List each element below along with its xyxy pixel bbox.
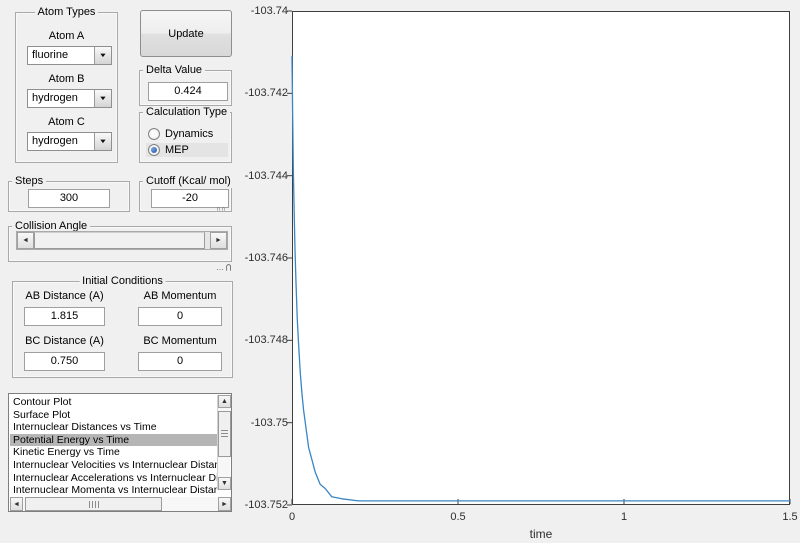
x-tick-label: 1.5 — [782, 511, 798, 523]
collision-angle-slider[interactable]: ◄ ► — [16, 231, 228, 250]
slider-thumb[interactable] — [34, 232, 205, 249]
combo-value: hydrogen — [32, 135, 78, 147]
listbox-rows: Contour Plot Surface Plot Internuclear Dis… — [10, 396, 217, 498]
x-tick-label: 0 — [288, 511, 296, 523]
list-item[interactable]: Internuclear Distances vs Time — [10, 421, 217, 434]
radio-dynamics[interactable]: Dynamics — [146, 127, 228, 141]
chevron-down-icon[interactable]: ▼ — [94, 133, 111, 150]
ab-distance-label: AB Distance (A) — [25, 290, 104, 302]
y-tick-label: -103.74 — [250, 5, 288, 17]
scroll-right-icon[interactable]: ► — [218, 497, 231, 511]
listbox-vertical-scrollbar[interactable]: ▲ ▼ — [217, 395, 231, 490]
x-tick-label: 1 — [620, 511, 628, 523]
y-tick-label: -103.746 — [244, 252, 288, 264]
bc-distance-field[interactable]: 0.750 — [24, 352, 105, 371]
radio-unselected-icon[interactable] — [148, 128, 160, 140]
list-item[interactable]: Potential Energy vs Time — [10, 433, 217, 447]
plot-area — [287, 10, 791, 506]
atom-types-panel: Atom Types Atom A fluorine ▼ Atom B hydrogen… — [15, 6, 118, 163]
ab-momentum-field[interactable]: 0 — [138, 307, 222, 326]
list-item[interactable]: Surface Plot — [10, 409, 217, 422]
radio-label: Dynamics — [165, 128, 214, 140]
clipped-text-artifact-bottom: …⊂ — [216, 262, 234, 273]
delta-value-title: Delta Value — [143, 64, 206, 77]
scroll-up-icon[interactable]: ▲ — [218, 395, 231, 408]
plot-canvas — [287, 10, 791, 506]
radio-label: MEP — [165, 144, 189, 156]
atom-b-label: Atom B — [48, 73, 85, 85]
slider-left-arrow-icon[interactable]: ◄ — [17, 232, 34, 249]
x-tick-label: 0.5 — [450, 511, 466, 523]
delta-value-field[interactable]: 0.424 — [148, 82, 228, 101]
artifact-glyph: ⊂ — [222, 263, 234, 272]
listbox-horizontal-scrollbar[interactable]: ◄ ► — [10, 497, 231, 511]
list-item[interactable]: Internuclear Momenta vs Internuclear Dis… — [10, 484, 217, 497]
radio-group: Dynamics MEP — [140, 113, 231, 162]
cutoff-title: Cutoff (Kcal/ mol) — [143, 175, 234, 188]
bc-momentum-label: BC Momentum — [143, 335, 217, 347]
atom-types-title: Atom Types — [34, 6, 99, 19]
combo-value: fluorine — [32, 49, 69, 61]
bc-momentum-field[interactable]: 0 — [138, 352, 222, 371]
horizontal-scrollbar-thumb[interactable] — [25, 497, 162, 511]
chevron-down-icon[interactable]: ▼ — [94, 47, 111, 64]
chevron-down-icon[interactable]: ▼ — [94, 90, 111, 107]
list-item[interactable]: Contour Plot — [10, 396, 217, 409]
calculation-type-panel: Calculation Type Dynamics MEP — [139, 106, 232, 163]
steps-title: Steps — [12, 175, 47, 188]
axes-box — [292, 11, 790, 505]
y-tick-label: -103.748 — [244, 334, 288, 347]
application-window: Atom Types Atom A fluorine ▼ Atom B hydrogen… — [0, 0, 800, 543]
list-item[interactable]: Internuclear Velocities vs Internuclear … — [10, 459, 217, 472]
scroll-down-icon[interactable]: ▼ — [218, 477, 231, 490]
radio-mep[interactable]: MEP — [146, 143, 228, 157]
steps-field[interactable]: 300 — [28, 189, 110, 208]
atom-a-label: Atom A — [48, 30, 85, 42]
x-axis-label: time — [529, 527, 553, 541]
plot-type-listbox[interactable]: Contour Plot Surface Plot Internuclear Dis… — [8, 393, 232, 512]
list-item[interactable]: Internuclear Accelerations vs Internucle… — [10, 472, 217, 485]
atom-b-select[interactable]: hydrogen ▼ — [27, 89, 112, 108]
ab-distance-field[interactable]: 1.815 — [24, 307, 105, 326]
initial-conditions-panel: Initial Conditions AB Distance (A) 1.815 A… — [12, 275, 233, 378]
atom-a-select[interactable]: fluorine ▼ — [27, 46, 112, 65]
y-tick-label: -103.742 — [244, 87, 288, 100]
y-tick-label: -103.752 — [244, 499, 288, 511]
update-button-label: Update — [168, 27, 204, 40]
initial-conditions-fields: AB Distance (A) 1.815 AB Momentum 0 BC Dista… — [13, 282, 232, 377]
y-tick-label: -103.744 — [244, 169, 288, 182]
combo-value: hydrogen — [32, 92, 78, 104]
y-tick-label: -103.75 — [250, 416, 288, 429]
atom-c-select[interactable]: hydrogen ▼ — [27, 132, 112, 151]
ab-momentum-label: AB Momentum — [143, 290, 217, 302]
slider-right-arrow-icon[interactable]: ► — [210, 232, 227, 249]
bc-distance-label: BC Distance (A) — [25, 335, 104, 347]
list-item[interactable]: Kinetic Energy vs Time — [10, 446, 217, 459]
vertical-scrollbar-thumb[interactable] — [218, 411, 231, 457]
clipped-text-artifact-top: ∩∩ — [216, 206, 227, 213]
atom-c-label: Atom C — [48, 116, 85, 128]
update-button[interactable]: Update — [140, 10, 232, 57]
scroll-left-icon[interactable]: ◄ — [10, 497, 23, 511]
radio-selected-icon[interactable] — [148, 144, 160, 156]
